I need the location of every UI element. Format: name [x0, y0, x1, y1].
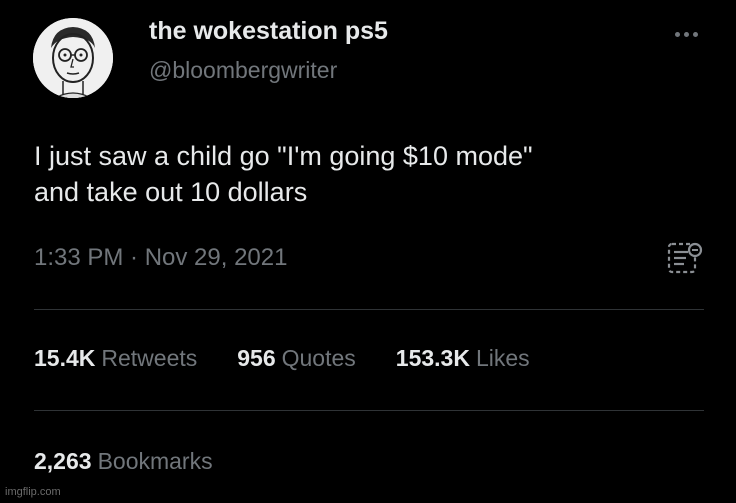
analytics-button[interactable] [664, 240, 704, 276]
engagement-stats: 15.4K Retweets 956 Quotes 153.3K Likes [34, 345, 570, 372]
likes-count: 153.3K [395, 345, 470, 371]
tweet-timestamp[interactable]: 1:33 PM · Nov 29, 2021 [34, 244, 287, 272]
retweets-count: 15.4K [34, 345, 96, 371]
tweet-text-line: I just saw a child go "I'm going $10 mod… [34, 141, 533, 171]
retweets-label: Retweets [101, 345, 198, 371]
retweets-stat[interactable]: 15.4K Retweets [34, 345, 197, 372]
divider [34, 309, 704, 310]
bookmarks-stat[interactable]: 2,263 Bookmarks [34, 448, 213, 475]
tweet-card: the wokestation ps5 @bloombergwriter I j… [0, 0, 736, 503]
watermark: imgflip.com [5, 486, 61, 498]
analytics-icon [667, 242, 703, 274]
more-options-icon [674, 31, 680, 37]
bookmarks-label: Bookmarks [97, 448, 213, 474]
quotes-stat[interactable]: 956 Quotes [237, 345, 356, 372]
author-handle[interactable]: @bloombergwriter [149, 57, 337, 84]
bookmarks-count: 2,263 [34, 448, 92, 474]
tweet-text-line: and take out 10 dollars [34, 177, 308, 207]
avatar[interactable] [33, 18, 113, 98]
more-options-button[interactable] [668, 24, 704, 44]
more-options-dot [683, 31, 689, 37]
likes-stat[interactable]: 153.3K Likes [396, 345, 530, 372]
avatar-illustration-icon [33, 18, 113, 98]
quotes-count: 956 [237, 345, 276, 371]
author-display-name[interactable]: the wokestation ps5 [149, 17, 388, 46]
likes-label: Likes [475, 345, 530, 371]
more-options-dot [692, 31, 698, 37]
tweet-text: I just saw a child go "I'm going $10 mod… [34, 138, 674, 210]
divider [34, 410, 704, 411]
quotes-label: Quotes [281, 345, 356, 371]
